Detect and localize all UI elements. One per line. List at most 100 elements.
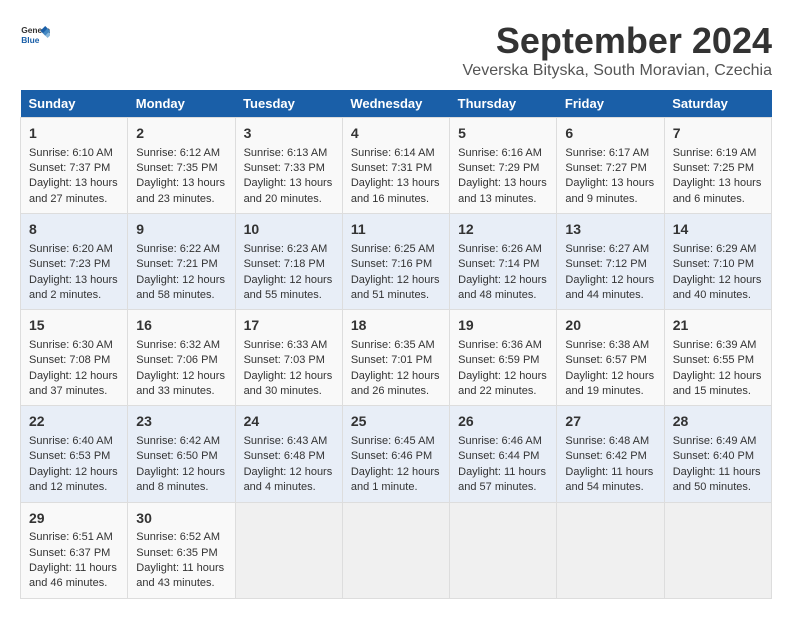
day-info: Sunset: 7:16 PM xyxy=(351,257,441,272)
day-info: Sunset: 6:59 PM xyxy=(458,353,548,368)
day-info: Daylight: 12 hours and 44 minutes. xyxy=(565,273,655,304)
cell-w1-d1: 2Sunrise: 6:12 AMSunset: 7:35 PMDaylight… xyxy=(128,118,235,214)
svg-text:Blue: Blue xyxy=(21,35,40,45)
day-info: Sunrise: 6:32 AM xyxy=(136,338,226,353)
header-friday: Friday xyxy=(557,90,664,118)
cell-w5-d2 xyxy=(235,502,342,598)
day-info: Sunrise: 6:23 AM xyxy=(244,242,334,257)
day-info: Sunrise: 6:22 AM xyxy=(136,242,226,257)
cell-w3-d3: 18 Sunrise: 6:35 AMSunset: 7:01 PMDayligh… xyxy=(342,310,449,406)
day-number: 8 xyxy=(29,220,119,240)
day-info: Sunset: 7:21 PM xyxy=(136,257,226,272)
day-info: Sunrise: 6:51 AM xyxy=(29,530,119,545)
cell-w3-d2: 17 Sunrise: 6:33 AMSunset: 7:03 PMDayligh… xyxy=(235,310,342,406)
day-number: 7 xyxy=(673,124,763,144)
cell-w3-d5: 20 Sunrise: 6:38 AMSunset: 6:57 PMDayligh… xyxy=(557,310,664,406)
day-info: Daylight: 11 hours and 43 minutes. xyxy=(136,561,226,592)
day-info: Daylight: 13 hours and 6 minutes. xyxy=(673,176,763,207)
day-info: Sunrise: 6:45 AM xyxy=(351,434,441,449)
day-info: Daylight: 11 hours and 46 minutes. xyxy=(29,561,119,592)
day-info: Daylight: 12 hours and 4 minutes. xyxy=(244,465,334,496)
day-info: Sunrise: 6:16 AM xyxy=(458,146,548,161)
cell-w2-d4: 12 Sunrise: 6:26 AMSunset: 7:14 PMDayligh… xyxy=(450,214,557,310)
day-info: Sunrise: 6:49 AM xyxy=(673,434,763,449)
day-number: 17 xyxy=(244,316,334,336)
cell-w5-d3 xyxy=(342,502,449,598)
day-info: Daylight: 12 hours and 48 minutes. xyxy=(458,273,548,304)
day-number: 21 xyxy=(673,316,763,336)
day-info: Sunset: 6:37 PM xyxy=(29,546,119,561)
day-number: 12 xyxy=(458,220,548,240)
day-info: Sunrise: 6:43 AM xyxy=(244,434,334,449)
cell-w3-d6: 21Sunrise: 6:39 AMSunset: 6:55 PMDayligh… xyxy=(664,310,771,406)
day-info: Daylight: 13 hours and 20 minutes. xyxy=(244,176,334,207)
day-info: Sunrise: 6:52 AM xyxy=(136,530,226,545)
cell-w4-d4: 26Sunrise: 6:46 AMSunset: 6:44 PMDayligh… xyxy=(450,406,557,502)
day-info: Sunrise: 6:19 AM xyxy=(673,146,763,161)
day-number: 16 xyxy=(136,316,226,336)
day-info: Sunset: 6:57 PM xyxy=(565,353,655,368)
cell-w2-d3: 11Sunrise: 6:25 AMSunset: 7:16 PMDayligh… xyxy=(342,214,449,310)
day-number: 15 xyxy=(29,316,119,336)
day-info: Sunset: 7:23 PM xyxy=(29,257,119,272)
day-number: 5 xyxy=(458,124,548,144)
cell-w2-d1: 9Sunrise: 6:22 AMSunset: 7:21 PMDaylight… xyxy=(128,214,235,310)
day-number: 18 xyxy=(351,316,441,336)
day-info: Sunset: 7:33 PM xyxy=(244,161,334,176)
day-info: Sunset: 7:18 PM xyxy=(244,257,334,272)
day-number: 22 xyxy=(29,412,119,432)
day-info: Daylight: 13 hours and 27 minutes. xyxy=(29,176,119,207)
day-info: Daylight: 12 hours and 30 minutes. xyxy=(244,369,334,400)
day-info: Daylight: 12 hours and 8 minutes. xyxy=(136,465,226,496)
day-info: Sunrise: 6:46 AM xyxy=(458,434,548,449)
day-info: Sunset: 7:01 PM xyxy=(351,353,441,368)
day-info: Sunset: 6:40 PM xyxy=(673,449,763,464)
day-number: 25 xyxy=(351,412,441,432)
day-info: Sunset: 7:03 PM xyxy=(244,353,334,368)
cell-w1-d2: 3Sunrise: 6:13 AMSunset: 7:33 PMDaylight… xyxy=(235,118,342,214)
day-info: Daylight: 12 hours and 33 minutes. xyxy=(136,369,226,400)
day-info: Daylight: 12 hours and 12 minutes. xyxy=(29,465,119,496)
cell-w5-d0: 29Sunrise: 6:51 AMSunset: 6:37 PMDayligh… xyxy=(21,502,128,598)
week-row-4: 22Sunrise: 6:40 AMSunset: 6:53 PMDayligh… xyxy=(21,406,772,502)
day-info: Sunset: 6:44 PM xyxy=(458,449,548,464)
cell-w1-d6: 7Sunrise: 6:19 AMSunset: 7:25 PMDaylight… xyxy=(664,118,771,214)
day-info: Sunrise: 6:33 AM xyxy=(244,338,334,353)
cell-w1-d4: 5Sunrise: 6:16 AMSunset: 7:29 PMDaylight… xyxy=(450,118,557,214)
day-info: Daylight: 12 hours and 15 minutes. xyxy=(673,369,763,400)
day-info: Daylight: 12 hours and 19 minutes. xyxy=(565,369,655,400)
cell-w3-d4: 19Sunrise: 6:36 AMSunset: 6:59 PMDayligh… xyxy=(450,310,557,406)
day-number: 19 xyxy=(458,316,548,336)
days-header-row: Sunday Monday Tuesday Wednesday Thursday… xyxy=(21,90,772,118)
day-info: Daylight: 12 hours and 26 minutes. xyxy=(351,369,441,400)
header-saturday: Saturday xyxy=(664,90,771,118)
cell-w5-d1: 30Sunrise: 6:52 AMSunset: 6:35 PMDayligh… xyxy=(128,502,235,598)
day-info: Sunrise: 6:26 AM xyxy=(458,242,548,257)
cell-w5-d6 xyxy=(664,502,771,598)
day-info: Daylight: 12 hours and 1 minute. xyxy=(351,465,441,496)
day-info: Sunrise: 6:35 AM xyxy=(351,338,441,353)
cell-w3-d0: 15Sunrise: 6:30 AMSunset: 7:08 PMDayligh… xyxy=(21,310,128,406)
day-number: 20 xyxy=(565,316,655,336)
day-info: Daylight: 13 hours and 16 minutes. xyxy=(351,176,441,207)
day-info: Sunset: 7:12 PM xyxy=(565,257,655,272)
day-info: Sunset: 7:14 PM xyxy=(458,257,548,272)
day-info: Sunrise: 6:42 AM xyxy=(136,434,226,449)
cell-w2-d5: 13 Sunrise: 6:27 AMSunset: 7:12 PMDayligh… xyxy=(557,214,664,310)
day-number: 4 xyxy=(351,124,441,144)
day-info: Sunrise: 6:13 AM xyxy=(244,146,334,161)
day-info: Sunrise: 6:12 AM xyxy=(136,146,226,161)
day-info: Sunrise: 6:27 AM xyxy=(565,242,655,257)
day-info: Daylight: 12 hours and 55 minutes. xyxy=(244,273,334,304)
day-info: Sunrise: 6:39 AM xyxy=(673,338,763,353)
day-info: Sunrise: 6:36 AM xyxy=(458,338,548,353)
day-number: 24 xyxy=(244,412,334,432)
day-info: Sunset: 7:10 PM xyxy=(673,257,763,272)
cell-w4-d0: 22Sunrise: 6:40 AMSunset: 6:53 PMDayligh… xyxy=(21,406,128,502)
day-number: 13 xyxy=(565,220,655,240)
day-info: Daylight: 13 hours and 23 minutes. xyxy=(136,176,226,207)
header-monday: Monday xyxy=(128,90,235,118)
day-number: 28 xyxy=(673,412,763,432)
day-info: Sunrise: 6:38 AM xyxy=(565,338,655,353)
cell-w3-d1: 16Sunrise: 6:32 AMSunset: 7:06 PMDayligh… xyxy=(128,310,235,406)
